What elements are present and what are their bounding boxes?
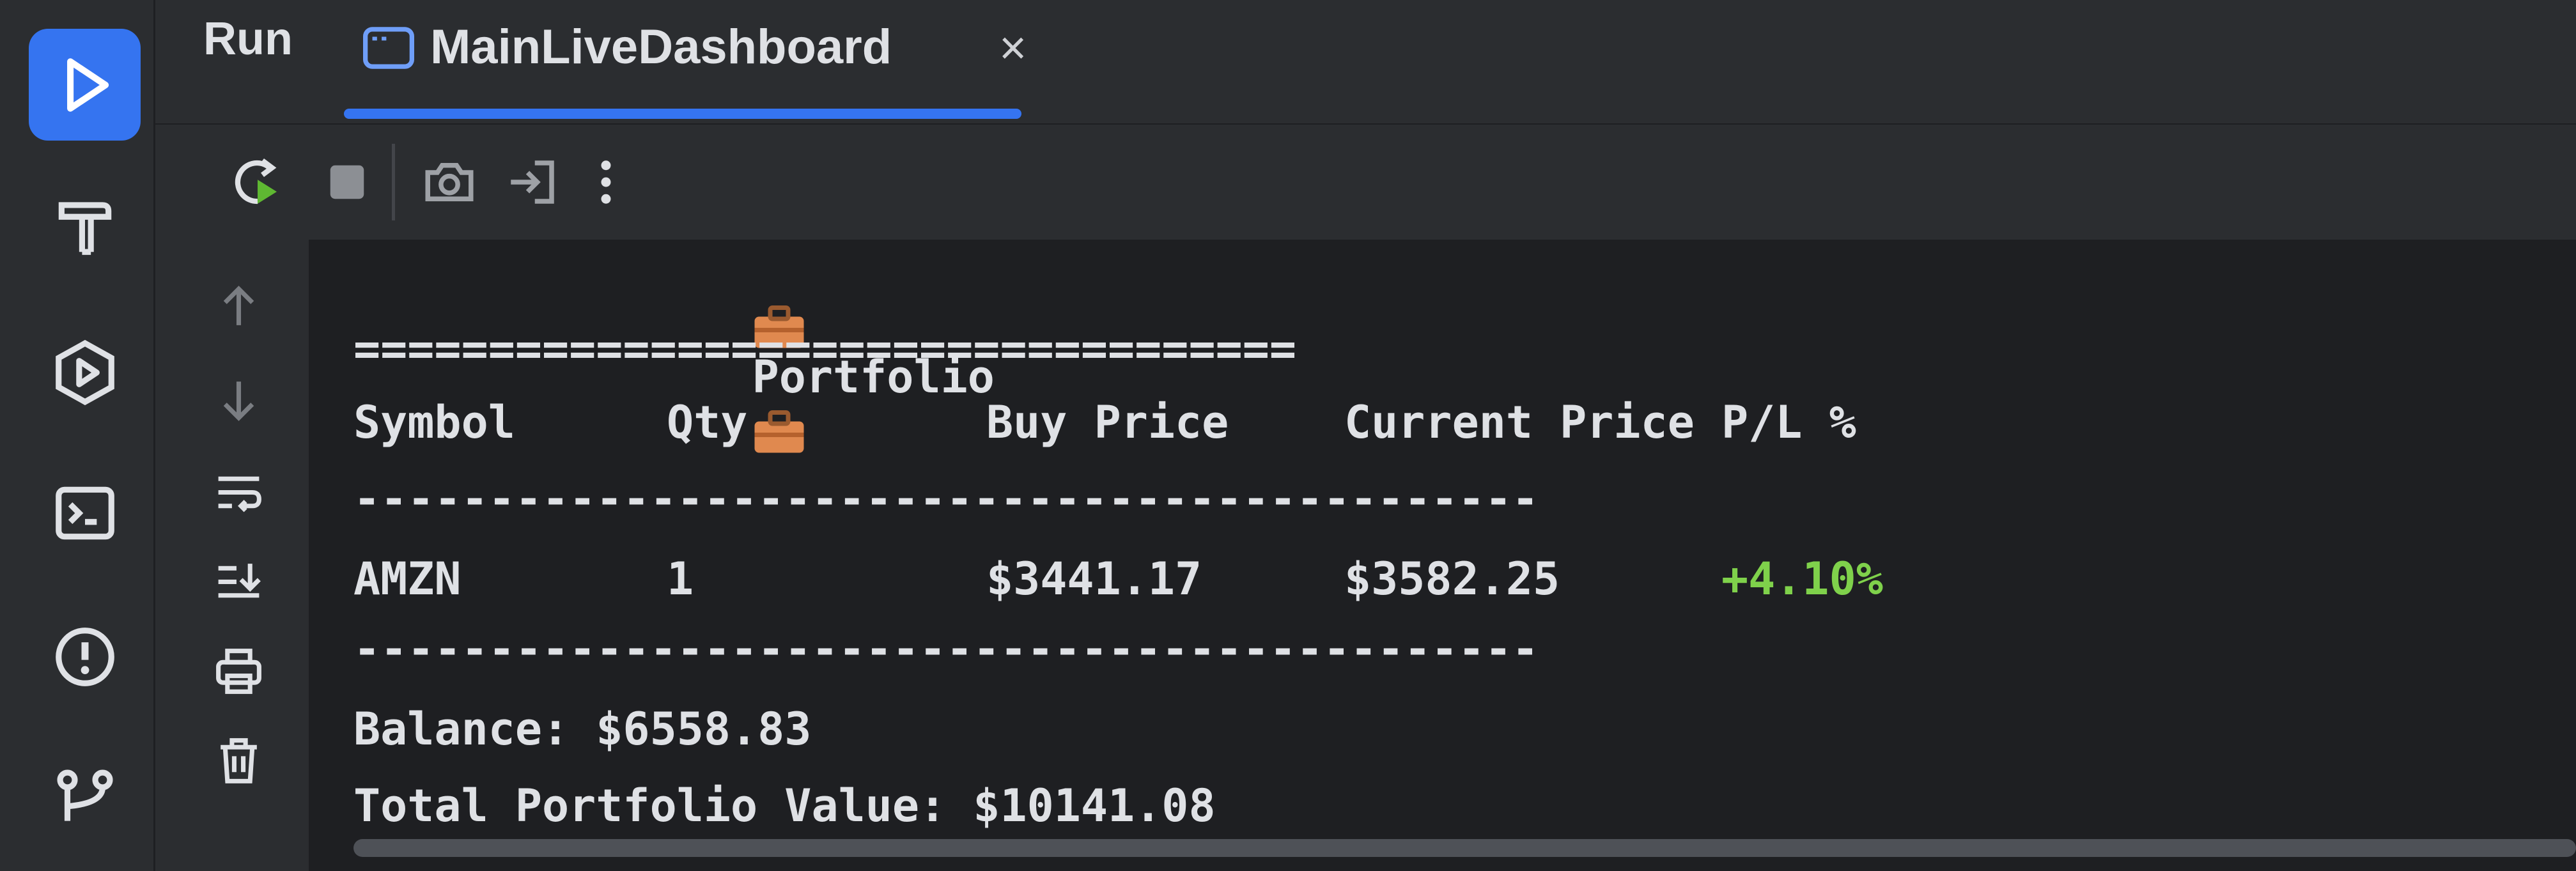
services-icon — [55, 339, 114, 405]
row-qty: 1 — [667, 553, 694, 605]
toolbar-separator — [392, 144, 395, 220]
run-toolbar — [155, 125, 2576, 240]
exit-icon — [511, 160, 554, 204]
stop-button[interactable] — [315, 150, 379, 214]
print-icon — [215, 648, 261, 694]
row-current-price: $3582.25 — [1344, 553, 1560, 605]
tab-main-live-dashboard[interactable]: MainLiveDashboard × — [344, 0, 1037, 125]
exit-button[interactable] — [500, 150, 564, 214]
terminal-tool-button[interactable] — [29, 457, 141, 569]
row-buy-price: $3441.17 — [986, 553, 1202, 605]
tab-label: MainLiveDashboard — [430, 20, 892, 74]
active-tab-indicator — [344, 109, 1021, 119]
horizontal-scrollbar[interactable] — [353, 839, 2576, 857]
build-tool-button[interactable] — [29, 169, 141, 281]
row-pl: +4.10% — [1721, 553, 1883, 605]
git-tool-button[interactable] — [29, 741, 141, 853]
close-icon[interactable]: × — [999, 24, 1027, 72]
run-window-title: Run — [203, 13, 293, 65]
problems-icon — [55, 627, 114, 686]
scroll-down-icon — [223, 381, 254, 421]
double-rule: =================================== — [353, 323, 1297, 375]
scroll-up-icon — [223, 285, 254, 325]
run-window-header: Run MainLiveDashboard × — [155, 0, 2576, 125]
scroll-down-button[interactable] — [206, 367, 270, 431]
rerun-button[interactable] — [226, 150, 290, 214]
scroll-to-end-icon — [218, 563, 261, 597]
header-current-price: Current Price — [1344, 396, 1695, 449]
header-pl: P/L % — [1721, 396, 1856, 449]
clear-icon — [220, 737, 257, 783]
soft-wrap-button[interactable] — [206, 460, 270, 524]
soft-wrap-icon — [218, 476, 261, 512]
briefcase-icon — [754, 410, 804, 453]
scroll-up-button[interactable] — [206, 275, 270, 339]
run-tool-button[interactable] — [29, 29, 141, 141]
problems-tool-button[interactable] — [29, 601, 141, 713]
more-options-button[interactable] — [574, 150, 638, 214]
header-symbol: Symbol — [353, 396, 515, 449]
portfolio-title-line: Portfolio — [644, 246, 995, 508]
scroll-to-end-button[interactable] — [206, 550, 270, 613]
single-rule: ----------------------------------------… — [353, 623, 1539, 675]
screenshot-button[interactable] — [417, 150, 481, 214]
console-output[interactable]: Portfolio ==============================… — [309, 240, 2576, 871]
more-icon — [601, 160, 611, 204]
header-buy-price: Buy Price — [986, 396, 1229, 449]
run-icon — [66, 58, 109, 112]
console-window-icon — [363, 27, 414, 69]
terminal-icon — [55, 486, 114, 539]
console-side-actions — [155, 240, 309, 871]
rerun-icon — [235, 158, 277, 204]
row-symbol: AMZN — [353, 553, 462, 605]
screenshot-icon — [425, 163, 474, 201]
tool-window-stripe — [0, 0, 155, 871]
balance-line: Balance: $6558.83 — [353, 703, 812, 755]
clear-button[interactable] — [206, 728, 270, 792]
build-hammer-icon — [58, 201, 111, 255]
print-button[interactable] — [206, 639, 270, 703]
git-icon — [56, 769, 113, 821]
stop-icon — [330, 165, 364, 199]
total-value-line: Total Portfolio Value: $10141.08 — [353, 780, 1216, 832]
single-rule: ----------------------------------------… — [353, 473, 1539, 525]
services-tool-button[interactable] — [29, 316, 141, 428]
header-qty: Qty — [667, 396, 748, 449]
